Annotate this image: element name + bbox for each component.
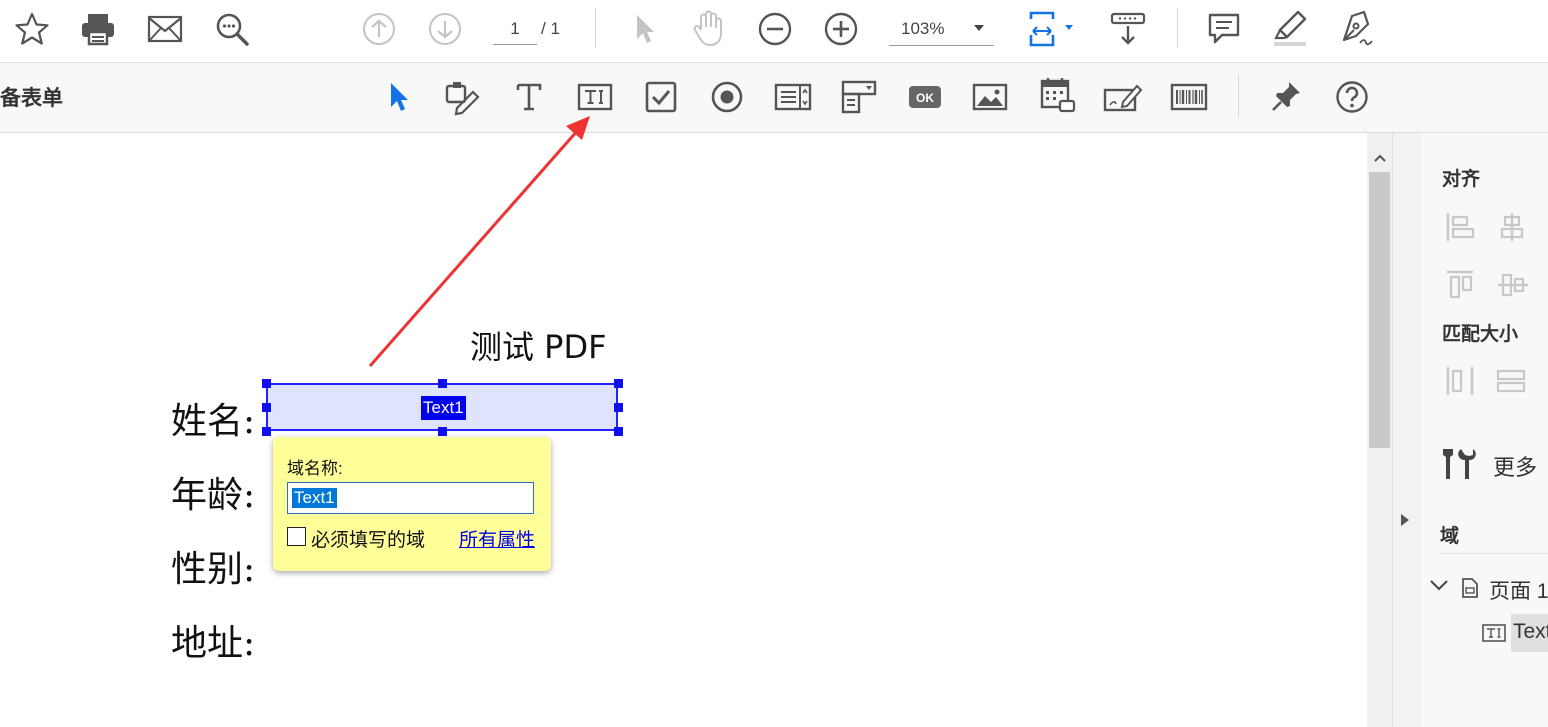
main-toolbar: 1 / 1 103% <box>0 0 1548 63</box>
zoom-select[interactable]: 103% <box>889 13 994 46</box>
page-number-input[interactable]: 1 <box>493 14 537 45</box>
scroll-mode-icon[interactable] <box>1106 8 1150 50</box>
date-field-icon[interactable] <box>1036 75 1078 117</box>
barcode-icon[interactable] <box>1168 77 1210 117</box>
chevron-down-icon[interactable] <box>1429 578 1449 597</box>
all-properties-link[interactable]: 所有属性 <box>459 525 535 552</box>
toolbar-divider <box>1238 75 1239 117</box>
align-heading: 对齐 <box>1442 169 1481 190</box>
mail-icon[interactable] <box>145 10 185 48</box>
zoom-in-icon[interactable] <box>822 10 860 48</box>
mode-title: 备表单 <box>0 87 63 110</box>
comment-icon[interactable] <box>1204 10 1244 48</box>
hand-icon[interactable] <box>688 8 730 48</box>
button-ok-icon[interactable]: OK <box>905 77 945 117</box>
required-field-label: 必须填写的域 <box>311 530 426 551</box>
scrollbar-thumb[interactable] <box>1369 172 1390 448</box>
select-object-icon[interactable] <box>382 77 414 117</box>
text-field-icon[interactable] <box>575 77 615 117</box>
field-name-popup: 域名称: Text1 必须填写的域 所有属性 <box>273 437 551 571</box>
toolbar-divider <box>1177 8 1178 48</box>
svg-text:OK: OK <box>916 91 934 105</box>
select-cursor-icon[interactable] <box>628 10 660 48</box>
resize-handle[interactable] <box>438 379 447 388</box>
expand-panel-icon[interactable] <box>1396 510 1414 530</box>
required-field-checkbox[interactable] <box>287 527 306 546</box>
highlight-icon[interactable] <box>1270 8 1310 48</box>
gender-label: 性别: <box>171 549 256 590</box>
help-icon[interactable] <box>1332 77 1372 117</box>
scroll-up-icon[interactable] <box>1369 148 1390 168</box>
match-width-icon[interactable] <box>1445 365 1475 402</box>
text-icon[interactable] <box>510 77 548 117</box>
pin-icon[interactable] <box>1266 77 1306 117</box>
resize-handle[interactable] <box>262 403 271 412</box>
align-center-icon[interactable] <box>1497 211 1527 248</box>
align-middle-icon[interactable] <box>1497 269 1529 306</box>
tree-field-node[interactable]: Text1 <box>1513 620 1548 644</box>
more-label[interactable]: 更多 <box>1493 450 1537 482</box>
resize-handle[interactable] <box>614 403 623 412</box>
search-zoom-icon[interactable] <box>212 10 252 48</box>
resize-handle[interactable] <box>262 379 271 388</box>
fields-heading: 域 <box>1440 526 1460 547</box>
panel-collapse-strip <box>1392 133 1422 727</box>
arrow-down-icon[interactable] <box>426 10 464 48</box>
list-box-icon[interactable] <box>773 77 813 117</box>
field-name-input-value: Text1 <box>292 488 337 508</box>
field-name-input[interactable]: Text1 <box>287 482 534 514</box>
form-toolbar: 备表单 OK <box>0 63 1548 133</box>
radio-button-icon[interactable] <box>708 77 746 117</box>
resize-handle[interactable] <box>262 427 271 436</box>
address-label: 地址: <box>171 623 256 664</box>
image-icon[interactable] <box>970 77 1010 117</box>
match-height-icon[interactable] <box>1495 365 1527 402</box>
page-total: / 1 <box>541 19 560 38</box>
zoom-value: 103% <box>901 19 945 38</box>
fit-page-icon[interactable] <box>1024 8 1080 50</box>
resize-handle[interactable] <box>614 379 623 388</box>
zoom-out-icon[interactable] <box>756 10 794 48</box>
resize-handle[interactable] <box>614 427 623 436</box>
toolbar-divider <box>595 8 596 48</box>
dropdown-icon[interactable] <box>838 77 880 117</box>
tree-page-node[interactable]: 页面 1 <box>1489 575 1548 605</box>
align-top-icon[interactable] <box>1445 269 1475 306</box>
align-left-icon[interactable] <box>1445 211 1475 248</box>
match-size-heading: 匹配大小 <box>1442 324 1519 345</box>
arrow-up-icon[interactable] <box>360 10 398 48</box>
field-name-tag: Text1 <box>421 396 466 420</box>
edit-form-icon[interactable] <box>442 77 484 117</box>
print-icon[interactable] <box>78 10 118 48</box>
document-title: 测试 PDF <box>470 328 607 366</box>
resize-handle[interactable] <box>438 427 447 436</box>
text-field-icon <box>1481 622 1507 649</box>
chevron-down-icon <box>974 25 984 31</box>
signature-icon[interactable] <box>1102 77 1144 117</box>
tools-icon[interactable] <box>1439 445 1477 486</box>
age-label: 年龄: <box>171 475 256 516</box>
star-icon[interactable] <box>12 10 52 48</box>
page-icon <box>1461 577 1479 604</box>
field-name-label: 域名称: <box>287 459 343 478</box>
sign-icon[interactable] <box>1336 8 1376 48</box>
panel-divider <box>1441 553 1548 554</box>
checkbox-icon[interactable] <box>642 77 680 117</box>
name-label: 姓名: <box>171 401 256 442</box>
